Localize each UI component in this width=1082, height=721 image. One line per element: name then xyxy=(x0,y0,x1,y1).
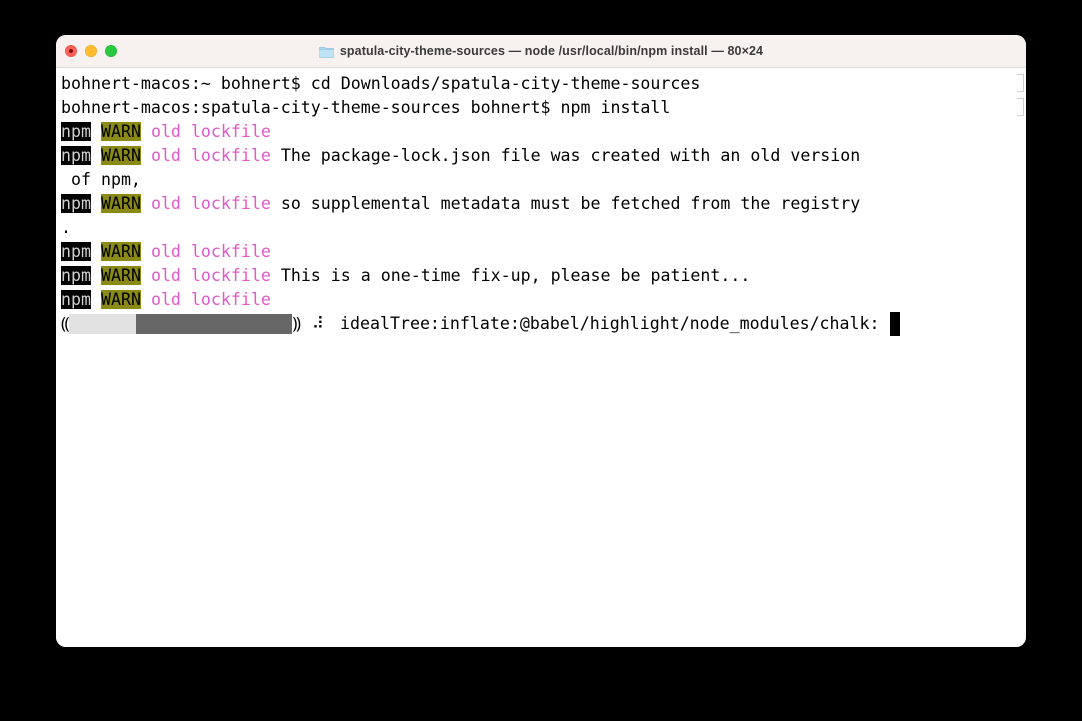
progress-line: ⸨ ⸩ ⠼ idealTree:inflate:@babel/highlight/n… xyxy=(61,312,1026,336)
line-10-warn-blank3: npm WARN old lockfile xyxy=(61,288,1026,312)
text-segment: The package-lock.json file was created w… xyxy=(270,146,861,165)
text-segment xyxy=(141,194,151,213)
text-segment: old lockfile xyxy=(150,290,271,309)
progress-left-bracket: ⸨ xyxy=(61,314,70,333)
close-button[interactable] xyxy=(65,45,77,57)
line-8-warn-blank2: npm WARN old lockfile xyxy=(61,240,1026,264)
text-segment: WARN xyxy=(100,194,141,213)
progress-bar-fill xyxy=(69,314,137,334)
progress-bar xyxy=(69,314,293,334)
text-segment xyxy=(91,122,101,141)
line-7-wrap-period: . xyxy=(61,216,1026,240)
minimize-button[interactable] xyxy=(85,45,97,57)
text-segment: WARN xyxy=(100,266,141,285)
text-segment xyxy=(141,266,151,285)
text-segment: of npm, xyxy=(61,170,141,189)
text-segment: old lockfile xyxy=(150,194,271,213)
line-9-warn-onetime: npm WARN old lockfile This is a one-time… xyxy=(61,264,1026,288)
window-title-text: spatula-city-theme-sources — node /usr/l… xyxy=(339,44,764,58)
text-segment: This is a one-time fix-up, please be pat… xyxy=(270,266,751,285)
window-controls xyxy=(65,35,117,67)
text-segment xyxy=(91,290,101,309)
line-6-warn-supplemental: npm WARN old lockfile so supplemental me… xyxy=(61,192,1026,216)
terminal-cursor: s xyxy=(889,312,900,336)
terminal-body[interactable]: bohnert-macos:~ bohnert$ cd Downloads/sp… xyxy=(56,68,1026,647)
text-segment: old lockfile xyxy=(150,146,271,165)
text-segment xyxy=(141,242,151,261)
scrollbar-mark[interactable] xyxy=(1017,98,1024,116)
line-2-prompt-npm-install: bohnert-macos:spatula-city-theme-sources… xyxy=(61,96,1026,120)
text-segment: npm xyxy=(61,242,91,261)
text-segment xyxy=(141,122,151,141)
text-segment: npm xyxy=(61,290,91,309)
text-segment: WARN xyxy=(100,146,141,165)
line-5-wrap-of-npm: of npm, xyxy=(61,168,1026,192)
text-segment: old lockfile xyxy=(150,122,271,141)
folder-icon xyxy=(318,45,334,58)
text-segment: bohnert-macos:~ bohnert$ cd Downloads/sp… xyxy=(61,74,701,93)
text-segment xyxy=(91,146,101,165)
text-segment: so supplemental metadata must be fetched… xyxy=(270,194,861,213)
text-segment: npm xyxy=(61,122,91,141)
text-segment: old lockfile xyxy=(150,266,271,285)
text-segment xyxy=(91,194,101,213)
progress-bar-remainder xyxy=(136,314,293,334)
maximize-button[interactable] xyxy=(105,45,117,57)
terminal-screen: bohnert-macos:~ bohnert$ cd Downloads/sp… xyxy=(61,72,1026,336)
terminal-window: spatula-city-theme-sources — node /usr/l… xyxy=(56,35,1026,647)
line-1-prompt-cd: bohnert-macos:~ bohnert$ cd Downloads/sp… xyxy=(61,72,1026,96)
text-segment: bohnert-macos:spatula-city-theme-sources… xyxy=(61,98,671,117)
line-3-warn-blank: npm WARN old lockfile xyxy=(61,120,1026,144)
line-4-warn-created: npm WARN old lockfile The package-lock.j… xyxy=(61,144,1026,168)
text-segment: old lockfile xyxy=(150,242,271,261)
text-segment: WARN xyxy=(100,290,141,309)
text-segment: npm xyxy=(61,146,91,165)
text-segment xyxy=(141,290,151,309)
window-title-group: spatula-city-theme-sources — node /usr/l… xyxy=(318,44,764,58)
text-segment: npm xyxy=(61,266,91,285)
progress-label: idealTree:inflate:@babel/highlight/node_… xyxy=(330,314,890,333)
text-segment: WARN xyxy=(100,242,141,261)
progress-spinner-icon: ⠼ xyxy=(311,314,325,333)
text-segment: WARN xyxy=(100,122,141,141)
text-segment: . xyxy=(61,218,71,237)
text-segment xyxy=(91,266,101,285)
progress-right-bracket: ⸩ xyxy=(292,314,301,333)
text-segment xyxy=(91,242,101,261)
scrollbar-mark[interactable] xyxy=(1017,74,1024,92)
window-titlebar[interactable]: spatula-city-theme-sources — node /usr/l… xyxy=(56,35,1026,68)
text-segment xyxy=(141,146,151,165)
text-segment: npm xyxy=(61,194,91,213)
